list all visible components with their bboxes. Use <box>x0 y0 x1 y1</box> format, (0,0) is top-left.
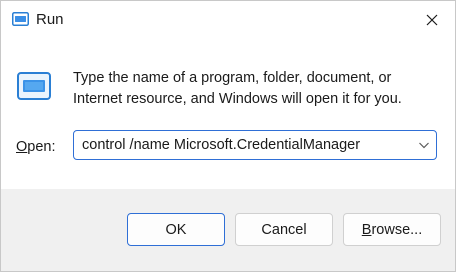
browse-accelerator: B <box>361 221 372 238</box>
run-app-icon <box>12 12 29 26</box>
title-bar[interactable]: Run <box>1 1 455 39</box>
open-label: Open: <box>16 139 56 155</box>
browse-button[interactable]: Browse... <box>343 213 441 246</box>
open-label-text: pen: <box>27 139 56 155</box>
run-program-icon <box>17 72 51 100</box>
run-dialog: Run Type the name of a program, folder, … <box>0 0 456 272</box>
window-title: Run <box>36 11 64 28</box>
close-icon <box>426 14 438 26</box>
description-text: Type the name of a program, folder, docu… <box>73 70 402 107</box>
ok-button[interactable]: OK <box>127 213 225 246</box>
cancel-button[interactable]: Cancel <box>235 213 333 246</box>
button-bar: OK Cancel Browse... <box>1 189 455 271</box>
chevron-down-icon[interactable] <box>418 140 430 150</box>
close-button[interactable] <box>409 1 455 39</box>
browse-label: rowse... <box>371 221 423 238</box>
open-input[interactable]: control /name Microsoft.CredentialManage… <box>82 137 360 153</box>
open-combobox[interactable]: control /name Microsoft.CredentialManage… <box>73 130 437 160</box>
open-label-accelerator: O <box>16 139 28 155</box>
dialog-content: Type the name of a program, folder, docu… <box>1 39 455 189</box>
